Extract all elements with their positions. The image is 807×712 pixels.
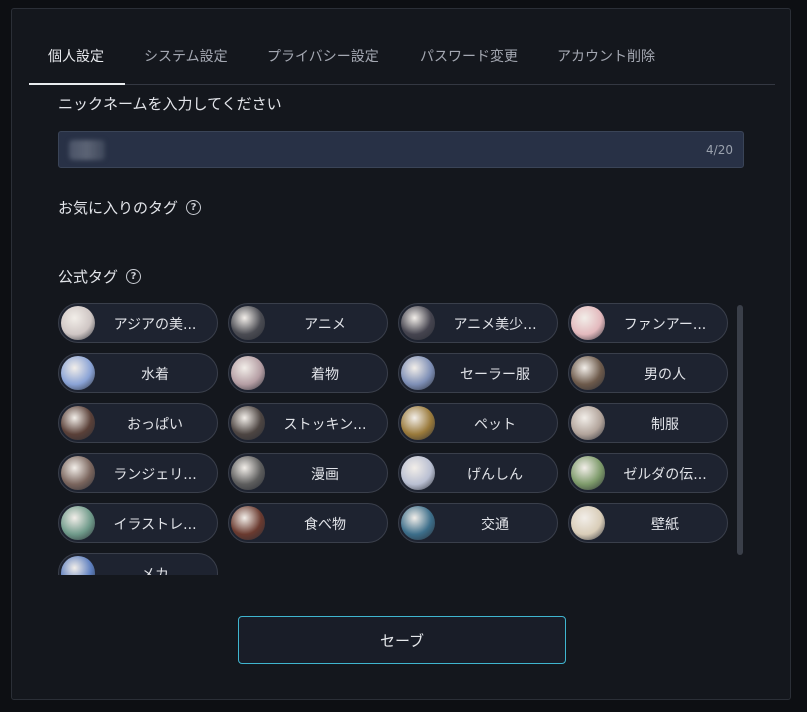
tag-label: ゼルダの伝... xyxy=(623,467,707,483)
favorite-tags-label-text: お気に入りのタグ xyxy=(58,199,179,217)
tag-label: ランジェリ... xyxy=(113,467,197,483)
nickname-char-count: 4/20 xyxy=(706,143,733,157)
tag-label: げんしん xyxy=(467,467,523,483)
tag-thumbnail xyxy=(61,306,95,340)
save-button[interactable]: セーブ xyxy=(238,616,566,664)
tab-personal-settings[interactable]: 個人設定 xyxy=(48,46,104,66)
tag-chip[interactable]: ストッキン... xyxy=(228,403,388,443)
tag-label: 食べ物 xyxy=(304,517,346,533)
tag-thumbnail xyxy=(401,406,435,440)
tag-thumbnail xyxy=(231,506,265,540)
tag-chip[interactable]: 制服 xyxy=(568,403,728,443)
tag-thumbnail xyxy=(401,306,435,340)
favorite-tags-label: お気に入りのタグ ? xyxy=(58,197,202,218)
tag-thumbnail xyxy=(571,356,605,390)
tag-thumbnail xyxy=(231,306,265,340)
tab-privacy-settings[interactable]: プライバシー設定 xyxy=(267,46,379,66)
tab-system-settings[interactable]: システム設定 xyxy=(144,46,228,66)
help-icon[interactable]: ? xyxy=(186,200,202,215)
official-tags-label-text: 公式タグ xyxy=(58,268,119,286)
tag-thumbnail xyxy=(61,556,95,575)
tag-chip[interactable]: 交通 xyxy=(398,503,558,543)
tag-label: 男の人 xyxy=(644,367,686,383)
tag-chip[interactable]: 水着 xyxy=(58,353,218,393)
help-icon[interactable]: ? xyxy=(126,269,142,284)
tag-thumbnail xyxy=(231,406,265,440)
tag-thumbnail xyxy=(61,356,95,390)
tag-chip[interactable]: ファンアー... xyxy=(568,303,728,343)
tag-chip[interactable]: アジアの美... xyxy=(58,303,218,343)
tag-chip[interactable]: おっぱい xyxy=(58,403,218,443)
tag-thumbnail xyxy=(401,356,435,390)
tag-label: 壁紙 xyxy=(651,517,679,533)
tag-chip[interactable]: ランジェリ... xyxy=(58,453,218,493)
tag-chip[interactable]: 男の人 xyxy=(568,353,728,393)
tag-chip[interactable]: 壁紙 xyxy=(568,503,728,543)
tag-label: 漫画 xyxy=(311,467,339,483)
tag-chip[interactable]: アニメ美少... xyxy=(398,303,558,343)
tag-chip[interactable]: セーラー服 xyxy=(398,353,558,393)
tags-scrollbar[interactable] xyxy=(736,303,744,575)
tab-bar: 個人設定 システム設定 プライバシー設定 パスワード変更 アカウント削除 xyxy=(29,37,775,85)
tag-label: ストッキン... xyxy=(283,417,367,433)
tag-thumbnail xyxy=(231,356,265,390)
nickname-label: ニックネームを入力してください xyxy=(58,93,282,114)
tag-label: アジアの美... xyxy=(113,317,197,333)
tag-label: ペット xyxy=(474,417,516,433)
tag-label: 交通 xyxy=(481,517,509,533)
active-tab-indicator xyxy=(29,83,125,85)
tag-label: セーラー服 xyxy=(460,367,530,383)
official-tags-label: 公式タグ ? xyxy=(58,266,142,287)
tag-label: イラストレ... xyxy=(113,517,197,533)
scrollbar-thumb[interactable] xyxy=(737,305,743,555)
tag-thumbnail xyxy=(571,506,605,540)
tab-delete-account[interactable]: アカウント削除 xyxy=(557,46,655,66)
tag-label: 着物 xyxy=(311,367,339,383)
tag-chip[interactable]: アニメ xyxy=(228,303,388,343)
tag-thumbnail xyxy=(571,406,605,440)
tag-chip[interactable]: ペット xyxy=(398,403,558,443)
tag-thumbnail xyxy=(61,406,95,440)
nickname-input[interactable]: 4/20 xyxy=(58,131,744,168)
tab-change-password[interactable]: パスワード変更 xyxy=(420,46,518,66)
tag-chip[interactable]: 着物 xyxy=(228,353,388,393)
tag-label: アニメ美少... xyxy=(453,317,537,333)
tag-thumbnail xyxy=(401,456,435,490)
settings-panel: 個人設定 システム設定 プライバシー設定 パスワード変更 アカウント削除 ニック… xyxy=(11,8,791,700)
nickname-label-text: ニックネームを入力してください xyxy=(58,95,282,113)
tag-thumbnail xyxy=(401,506,435,540)
nickname-value-blurred xyxy=(69,140,105,160)
tag-label: 制服 xyxy=(651,417,679,433)
tag-chip[interactable]: メカ xyxy=(58,553,218,575)
tag-thumbnail xyxy=(61,456,95,490)
tag-chip[interactable]: 漫画 xyxy=(228,453,388,493)
tag-thumbnail xyxy=(571,456,605,490)
tag-label: おっぱい xyxy=(127,417,183,433)
tag-chip[interactable]: ゼルダの伝... xyxy=(568,453,728,493)
tag-label: メカ xyxy=(141,567,169,575)
tag-label: アニメ xyxy=(304,317,346,333)
tag-thumbnail xyxy=(61,506,95,540)
tag-thumbnail xyxy=(231,456,265,490)
official-tags-list: アジアの美... アニメ アニメ美少... ファンアー... 水着 着物 セーラー服 男の人お… xyxy=(58,303,746,575)
tag-chip[interactable]: イラストレ... xyxy=(58,503,218,543)
tag-label: ファンアー... xyxy=(623,317,707,333)
tag-chip[interactable]: げんしん xyxy=(398,453,558,493)
tag-chip[interactable]: 食べ物 xyxy=(228,503,388,543)
tag-thumbnail xyxy=(571,306,605,340)
tag-label: 水着 xyxy=(141,367,169,383)
